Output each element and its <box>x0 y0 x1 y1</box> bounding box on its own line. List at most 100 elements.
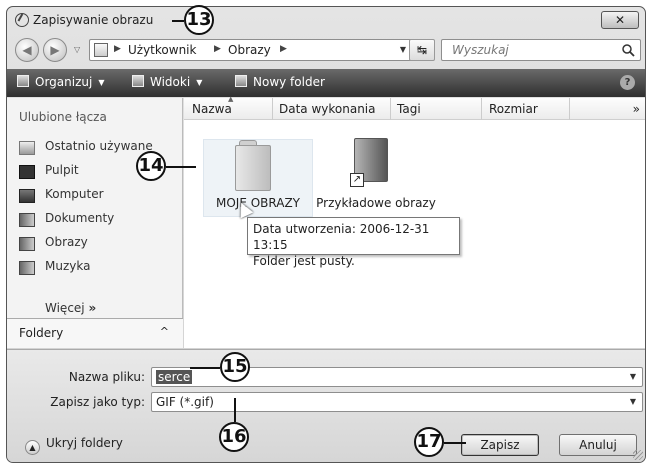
new-folder-icon <box>235 75 247 87</box>
forward-button[interactable]: ▶ <box>43 38 67 62</box>
column-header-row: ▲ Nazwa Data wykonania Tagi Rozmiar » <box>184 95 645 120</box>
new-folder-button[interactable]: Nowy folder <box>235 75 325 89</box>
nav-item-label: Ostatnio używane <box>45 139 153 153</box>
callout-leader <box>234 398 236 422</box>
callout-17: 17 <box>414 427 444 457</box>
column-header-tags[interactable]: Tagi <box>397 102 421 116</box>
filetype-label: Zapisz jako typ: <box>50 395 145 409</box>
nav-item-computer[interactable]: Komputer <box>19 187 179 205</box>
location-icon <box>94 43 108 57</box>
folders-toggle[interactable]: Foldery ^ <box>7 318 183 348</box>
chevron-up-icon: ^ <box>159 325 169 338</box>
organize-menu[interactable]: Organizuj ▼ <box>17 75 104 89</box>
callout-13: 13 <box>184 5 214 35</box>
tooltip-line: Data utworzenia: 2006-12-31 13:15 <box>253 222 430 252</box>
filename-value: serce <box>156 370 193 384</box>
computer-icon <box>19 189 35 203</box>
breadcrumb-user[interactable]: Użytkownik <box>128 43 196 57</box>
resize-grip[interactable] <box>633 450 643 460</box>
recent-pages-dropdown-icon[interactable]: ▽ <box>74 45 80 54</box>
close-button[interactable]: ✕ <box>601 11 639 29</box>
chevron-down-icon[interactable]: ▼ <box>630 397 636 406</box>
hide-folders-label: Ukryj foldery <box>46 436 123 450</box>
command-bar: Organizuj ▼ Widoki ▼ Nowy folder ? <box>7 69 645 97</box>
chevron-up-icon: ▲ <box>25 440 40 455</box>
file-item-label: MOJE OBRAZY <box>215 196 301 210</box>
title-bar: Zapisywanie obrazu ✕ <box>7 7 645 33</box>
filename-label: Nazwa pliku: <box>68 370 145 384</box>
nav-item-label: Pulpit <box>45 163 79 177</box>
nav-item-music[interactable]: Muzyka <box>19 259 179 277</box>
callout-14: 14 <box>136 151 166 181</box>
chevron-right-icon[interactable]: ▶ <box>280 44 287 54</box>
nav-item-label: Obrazy <box>45 235 88 249</box>
views-icon <box>132 75 144 87</box>
folder-icon <box>235 145 271 191</box>
chevron-right-icon[interactable]: ▶ <box>214 44 221 54</box>
save-dialog: Zapisywanie obrazu ✕ ◀ ▶ ▽ ▶ Użytkownik … <box>6 6 646 463</box>
column-divider[interactable] <box>390 98 391 120</box>
help-icon[interactable]: ? <box>620 75 635 90</box>
filetype-select[interactable]: GIF (*.gif) ▼ <box>151 392 643 412</box>
address-row: ◀ ▶ ▽ ▶ Użytkownik ▶ Obrazy ▶ ▼ ↹ Wyszuk… <box>7 37 645 65</box>
views-label: Widoki <box>150 75 191 89</box>
item-tooltip: Data utworzenia: 2006-12-31 13:15 Folder… <box>247 217 460 268</box>
callout-16: 16 <box>219 422 249 452</box>
cancel-button[interactable]: Anuluj <box>559 434 637 456</box>
column-divider[interactable] <box>569 98 570 120</box>
navigation-pane: Ulubione łącza Ostatnio używane Pulpit K… <box>7 98 183 348</box>
nav-item-pictures[interactable]: Obrazy <box>19 235 179 253</box>
callout-leader <box>444 442 466 444</box>
music-icon <box>19 261 35 275</box>
breadcrumb-pictures[interactable]: Obrazy <box>228 43 271 57</box>
back-button[interactable]: ◀ <box>15 38 39 62</box>
desktop-icon <box>19 165 35 179</box>
chevron-right-icon[interactable]: ▶ <box>114 44 121 54</box>
hide-folders-button[interactable]: ▲ Ukryj foldery <box>25 436 123 455</box>
organize-icon <box>17 75 29 87</box>
callout-leader <box>172 20 184 22</box>
chevron-down-icon: ▼ <box>196 78 203 87</box>
search-field[interactable]: Wyszukaj <box>441 39 641 61</box>
more-label: Więcej <box>45 301 85 315</box>
views-menu[interactable]: Widoki ▼ <box>132 75 202 89</box>
app-icon <box>15 13 29 27</box>
column-header-size[interactable]: Rozmiar <box>489 102 538 116</box>
nav-item-label: Muzyka <box>45 259 91 273</box>
column-divider[interactable] <box>481 98 482 120</box>
shortcut-arrow-icon: ↗ <box>350 173 364 187</box>
address-bar[interactable]: ▶ Użytkownik ▶ Obrazy ▶ ▼ <box>89 39 429 61</box>
column-header-date[interactable]: Data wykonania <box>279 102 376 116</box>
search-placeholder: Wyszukaj <box>452 43 509 57</box>
callout-leader <box>190 367 220 369</box>
pictures-icon <box>19 237 35 251</box>
file-item-label[interactable]: Przykładowe obrazy <box>316 196 436 210</box>
search-icon[interactable] <box>621 43 635 57</box>
column-header-name[interactable]: Nazwa <box>192 102 232 116</box>
folders-label: Foldery <box>19 326 64 340</box>
more-links[interactable]: Więcej » <box>45 301 96 315</box>
nav-item-documents[interactable]: Dokumenty <box>19 211 179 229</box>
double-chevron-icon: » <box>88 301 97 315</box>
more-columns-icon[interactable]: » <box>633 102 640 116</box>
address-dropdown-icon[interactable]: ▼ <box>400 45 406 54</box>
filetype-value: GIF (*.gif) <box>156 395 214 409</box>
callout-15: 15 <box>220 352 250 382</box>
save-button[interactable]: Zapisz <box>461 434 539 456</box>
nav-item-label: Dokumenty <box>45 211 115 225</box>
chevron-down-icon: ▼ <box>98 78 105 87</box>
new-folder-label: Nowy folder <box>253 75 325 89</box>
column-divider[interactable] <box>272 98 273 120</box>
chevron-down-icon[interactable]: ▼ <box>630 372 636 381</box>
organize-label: Organizuj <box>35 75 93 89</box>
tooltip-line: Folder jest pusty. <box>253 254 355 268</box>
documents-icon <box>19 213 35 227</box>
nav-item-label: Komputer <box>45 187 104 201</box>
window-title: Zapisywanie obrazu <box>33 13 154 27</box>
favorite-links-header: Ulubione łącza <box>19 110 107 124</box>
save-options-pane: Nazwa pliku: serce ▼ Zapisz jako typ: GI… <box>7 349 645 462</box>
callout-leader <box>166 166 196 168</box>
file-list: ▲ Nazwa Data wykonania Tagi Rozmiar » MO… <box>184 95 645 348</box>
refresh-button[interactable]: ↹ <box>409 39 435 61</box>
recent-icon <box>19 141 35 155</box>
